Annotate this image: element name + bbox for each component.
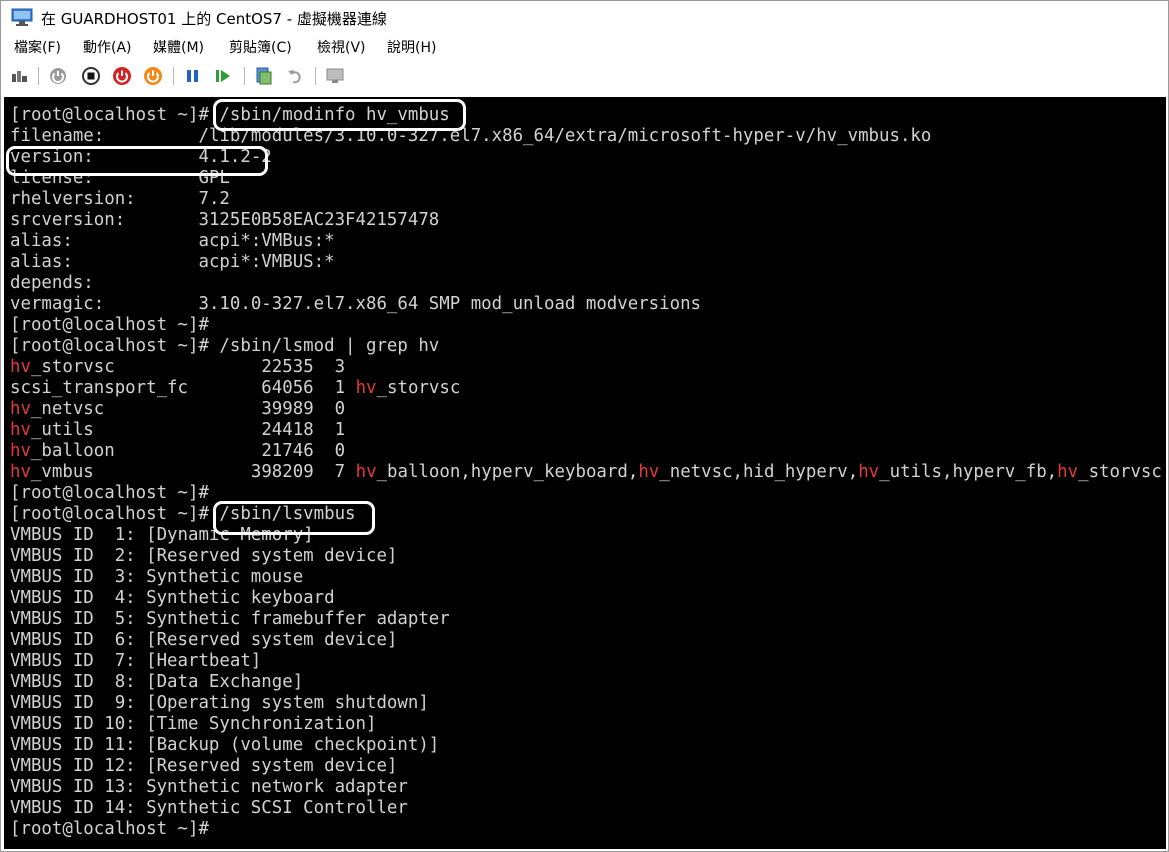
- save-icon[interactable]: [143, 66, 163, 86]
- menu-bar: 檔案(F) 動作(A) 媒體(M) 剪貼簿(C) 檢視(V) 說明(H): [1, 34, 1168, 58]
- line: rhelversion: 7.2: [10, 189, 230, 209]
- highlight-version-line: [6, 146, 268, 176]
- highlight-modinfo-command: [213, 99, 466, 131]
- vmbus-row: VMBUS ID 10: [Time Synchronization]: [10, 714, 377, 734]
- turn-off-icon[interactable]: [81, 66, 101, 86]
- line: vermagic: 3.10.0-327.el7.x86_64 SMP mod_…: [10, 294, 702, 314]
- vmbus-row: VMBUS ID 12: [Reserved system device]: [10, 756, 398, 776]
- vmbus-row: VMBUS ID 11: [Backup (volume checkpoint)…: [10, 735, 440, 755]
- menu-clipboard[interactable]: 剪貼簿(C): [229, 37, 292, 57]
- menu-media[interactable]: 媒體(M): [153, 37, 204, 57]
- enhanced-session-icon[interactable]: [325, 66, 345, 86]
- menu-action[interactable]: 動作(A): [83, 37, 132, 57]
- line: srcversion: 3125E0B58EAC23F42157478: [10, 210, 440, 230]
- line: scsi_transport_fc 64056 1 hv_storvsc: [10, 378, 461, 398]
- title-bar: 在 GUARDHOST01 上的 CentOS7 - 虛擬機器連線: [1, 1, 1168, 33]
- menu-view[interactable]: 檢視(V): [317, 37, 366, 57]
- window-title: 在 GUARDHOST01 上的 CentOS7 - 虛擬機器連線: [41, 10, 387, 28]
- start-icon[interactable]: [48, 66, 68, 86]
- shut-down-icon[interactable]: [112, 66, 132, 86]
- vmbus-row: VMBUS ID 8: [Data Exchange]: [10, 672, 304, 692]
- vmbus-row: VMBUS ID 5: Synthetic framebuffer adapte…: [10, 609, 450, 629]
- vm-connection-window: 在 GUARDHOST01 上的 CentOS7 - 虛擬機器連線 檔案(F) …: [0, 0, 1169, 852]
- toolbar: [1, 61, 1168, 91]
- line: [root@localhost ~]#: [10, 819, 209, 839]
- checkpoint-icon[interactable]: [254, 66, 274, 86]
- line: depends:: [10, 273, 94, 293]
- vmbus-row: VMBUS ID 6: [Reserved system device]: [10, 630, 398, 650]
- line: alias: acpi*:VMBUS:*: [10, 252, 335, 272]
- vmbus-row: VMBUS ID 9: [Operating system shutdown]: [10, 693, 429, 713]
- line: hv_netvsc 39989 0: [10, 399, 346, 419]
- vmbus-row: VMBUS ID 7: [Heartbeat]: [10, 651, 262, 671]
- resume-icon[interactable]: [213, 66, 233, 86]
- highlight-lsvmbus-command: [213, 501, 375, 535]
- line: [root@localhost ~]# /sbin/lsmod | grep h…: [10, 336, 440, 356]
- vm-connect-icon: [11, 8, 33, 26]
- console-output: [root@localhost ~]# /sbin/modinfo hv_vmb…: [10, 105, 1162, 840]
- vm-console-screen[interactable]: [root@localhost ~]# /sbin/modinfo hv_vmb…: [4, 97, 1166, 849]
- ctrl-alt-del-icon[interactable]: [10, 66, 30, 86]
- revert-icon[interactable]: [285, 66, 305, 86]
- vmbus-row: VMBUS ID 13: Synthetic network adapter: [10, 777, 408, 797]
- line: hv_utils 24418 1: [10, 420, 346, 440]
- menu-file[interactable]: 檔案(F): [14, 37, 61, 57]
- vmbus-row: VMBUS ID 2: [Reserved system device]: [10, 546, 398, 566]
- line: hv_storvsc 22535 3: [10, 357, 346, 377]
- line: [root@localhost ~]#: [10, 315, 209, 335]
- line: alias: acpi*:VMBus:*: [10, 231, 335, 251]
- vmbus-row: VMBUS ID 14: Synthetic SCSI Controller: [10, 798, 408, 818]
- line: hv_vmbus 398209 7 hv_balloon,hyperv_keyb…: [10, 462, 1162, 482]
- vmbus-row: VMBUS ID 3: Synthetic mouse: [10, 567, 304, 587]
- line: [root@localhost ~]#: [10, 483, 209, 503]
- menu-help[interactable]: 說明(H): [387, 37, 436, 57]
- vmbus-row: VMBUS ID 4: Synthetic keyboard: [10, 588, 335, 608]
- line: hv_balloon 21746 0: [10, 441, 346, 461]
- line: filename: /lib/modules/3.10.0-327.el7.x8…: [10, 126, 932, 146]
- pause-icon[interactable]: [183, 66, 203, 86]
